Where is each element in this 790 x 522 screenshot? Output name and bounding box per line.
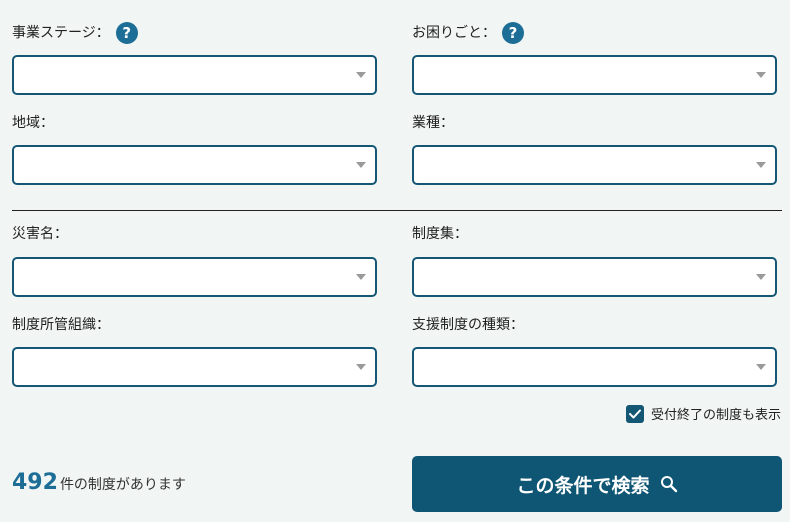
chevron-down-icon	[356, 364, 366, 370]
disaster-label: 災害名：	[12, 224, 68, 244]
organization-select[interactable]	[12, 347, 377, 387]
section-divider	[12, 210, 782, 211]
trouble-label: お困りごと： ?	[412, 22, 524, 44]
business-stage-label: 事業ステージ： ?	[12, 22, 138, 44]
business-stage-label-text: 事業ステージ：	[12, 25, 110, 41]
industry-label-text: 業種：	[412, 115, 454, 131]
search-icon	[660, 475, 678, 493]
result-count: 492 件の制度があります	[12, 470, 186, 495]
chevron-down-icon	[756, 274, 766, 280]
business-stage-select[interactable]	[12, 55, 377, 95]
chevron-down-icon	[356, 162, 366, 168]
help-icon[interactable]: ?	[115, 22, 138, 44]
search-button[interactable]: この条件で検索	[412, 456, 782, 512]
support-type-label-text: 支援制度の種類：	[412, 317, 524, 333]
trouble-label-text: お困りごと：	[412, 25, 496, 41]
search-button-label: この条件で検索	[516, 474, 650, 497]
organization-label-text: 制度所管組織：	[12, 317, 110, 333]
collection-label-text: 制度集：	[412, 226, 468, 242]
trouble-select[interactable]	[412, 55, 777, 95]
region-label-text: 地域：	[12, 115, 54, 131]
disaster-label-text: 災害名：	[12, 226, 68, 242]
chevron-down-icon	[356, 72, 366, 78]
checkmark-icon	[628, 409, 641, 418]
include-closed-checkbox[interactable]	[625, 404, 644, 423]
chevron-down-icon	[356, 274, 366, 280]
chevron-down-icon	[756, 72, 766, 78]
industry-select[interactable]	[412, 145, 777, 185]
chevron-down-icon	[756, 162, 766, 168]
result-count-suffix: 件の制度があります	[59, 477, 186, 493]
include-closed-label: 受付終了の制度も表示	[650, 408, 781, 423]
region-label: 地域：	[12, 113, 54, 133]
organization-label: 制度所管組織：	[12, 315, 110, 335]
region-select[interactable]	[12, 145, 377, 185]
industry-label: 業種：	[412, 113, 454, 133]
collection-label: 制度集：	[412, 224, 468, 244]
result-count-number: 492	[12, 470, 58, 495]
chevron-down-icon	[756, 364, 766, 370]
disaster-select[interactable]	[12, 257, 377, 297]
support-type-select[interactable]	[412, 347, 777, 387]
help-icon[interactable]: ?	[502, 22, 524, 44]
include-closed-toggle[interactable]: 受付終了の制度も表示	[625, 404, 781, 423]
collection-select[interactable]	[412, 257, 777, 297]
support-type-label: 支援制度の種類：	[412, 315, 524, 335]
